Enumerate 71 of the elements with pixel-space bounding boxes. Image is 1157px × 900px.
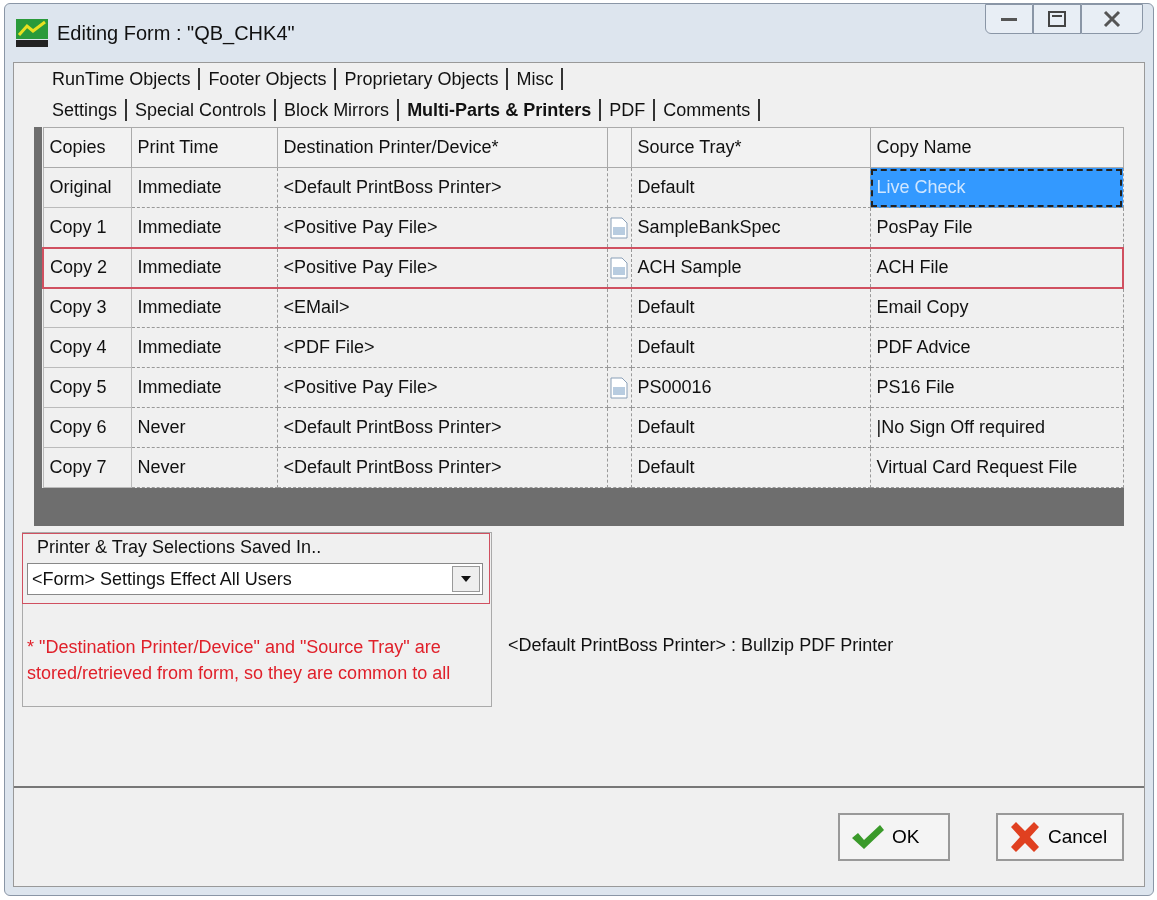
maximize-icon xyxy=(1048,11,1066,27)
row-header: Copy 2 xyxy=(43,247,131,288)
table-cell: Immediate xyxy=(131,207,277,248)
column-header: Source Tray* xyxy=(631,127,870,168)
table-cell: Default xyxy=(631,327,870,368)
table-cell: <Default PrintBoss Printer> xyxy=(277,407,607,448)
table-cell: <Default PrintBoss Printer> xyxy=(277,447,607,488)
close-button[interactable] xyxy=(1081,4,1143,34)
column-header: Copy Name xyxy=(870,127,1123,168)
tab[interactable]: Proprietary Objects xyxy=(336,68,509,90)
table-cell: Never xyxy=(131,447,277,488)
column-header: Destination Printer/Device* xyxy=(277,127,607,168)
tab[interactable]: Block Mirrors xyxy=(276,99,400,121)
table-cell: Default xyxy=(631,407,870,448)
table-cell: Default xyxy=(631,167,870,208)
table-cell: ACH File xyxy=(870,247,1123,288)
checkmark-icon xyxy=(850,823,886,851)
table-cell: Immediate xyxy=(131,287,277,328)
tab[interactable]: RunTime Objects xyxy=(44,68,201,90)
minimize-button[interactable] xyxy=(985,4,1033,34)
tab[interactable]: Multi-Parts & Printers xyxy=(399,99,602,121)
table-cell: Immediate xyxy=(131,167,277,208)
table-cell: Default xyxy=(631,287,870,328)
table-cell: |No Sign Off required xyxy=(870,407,1123,448)
tab[interactable]: Settings xyxy=(44,99,128,121)
table-cell: <Positive Pay File> xyxy=(277,247,607,288)
table-cell: PS00016 xyxy=(631,367,870,408)
table-cell: Virtual Card Request File xyxy=(870,447,1123,488)
app-logo-icon xyxy=(15,18,49,48)
table-cell: ACH Sample xyxy=(631,247,870,288)
tab[interactable]: PDF xyxy=(601,99,656,121)
row-header: Copy 5 xyxy=(43,367,131,408)
table-cell: Immediate xyxy=(131,327,277,368)
table-cell: <Positive Pay File> xyxy=(277,367,607,408)
table-cell: <Positive Pay File> xyxy=(277,207,607,248)
caret-icon xyxy=(460,575,472,583)
minimize-icon xyxy=(1001,16,1017,22)
column-header: Print Time xyxy=(131,127,277,168)
table-cell: Immediate xyxy=(131,367,277,408)
window-title: Editing Form : "QB_CHK4" xyxy=(57,21,295,47)
table-cell: Default xyxy=(631,447,870,488)
table-cell: Immediate xyxy=(131,247,277,288)
row-header: Copy 1 xyxy=(43,207,131,248)
table-cell: Live Check xyxy=(870,167,1123,208)
default-printer-text: <Default PrintBoss Printer> : Bullzip PDF Printer xyxy=(508,634,894,657)
table-cell: <PDF File> xyxy=(277,327,607,368)
table-cell: PS16 File xyxy=(870,367,1123,408)
cancel-button[interactable]: Cancel xyxy=(996,813,1124,861)
table-cell: SampleBankSpec xyxy=(631,207,870,248)
note-text: * "Destination Printer/Device" and "Source Tray" are stored/retrieved from form, so they are common to all xyxy=(27,636,452,685)
row-header: Copy 7 xyxy=(43,447,131,488)
close-icon xyxy=(1102,10,1122,28)
tab[interactable]: Footer Objects xyxy=(200,68,337,90)
close-icon xyxy=(1008,821,1042,853)
tab[interactable]: Special Controls xyxy=(127,99,277,121)
row-header: Original xyxy=(43,167,131,208)
saved-in-dropdown[interactable]: <Form> Settings Effect All Users xyxy=(27,563,483,595)
row-header: Copy 4 xyxy=(43,327,131,368)
maximize-button[interactable] xyxy=(1033,4,1081,34)
ok-button[interactable]: OK xyxy=(838,813,950,861)
table-cell: PosPay File xyxy=(870,207,1123,248)
table-cell: <EMail> xyxy=(277,287,607,328)
tab[interactable]: Comments xyxy=(655,99,761,121)
table-cell: Email Copy xyxy=(870,287,1123,328)
row-header: Copy 3 xyxy=(43,287,131,328)
table-cell: <Default PrintBoss Printer> xyxy=(277,167,607,208)
table-cell: PDF Advice xyxy=(870,327,1123,368)
tab[interactable]: Misc xyxy=(508,68,564,90)
table-cell: Never xyxy=(131,407,277,448)
row-header: Copy 6 xyxy=(43,407,131,448)
column-header: Copies xyxy=(43,127,131,168)
